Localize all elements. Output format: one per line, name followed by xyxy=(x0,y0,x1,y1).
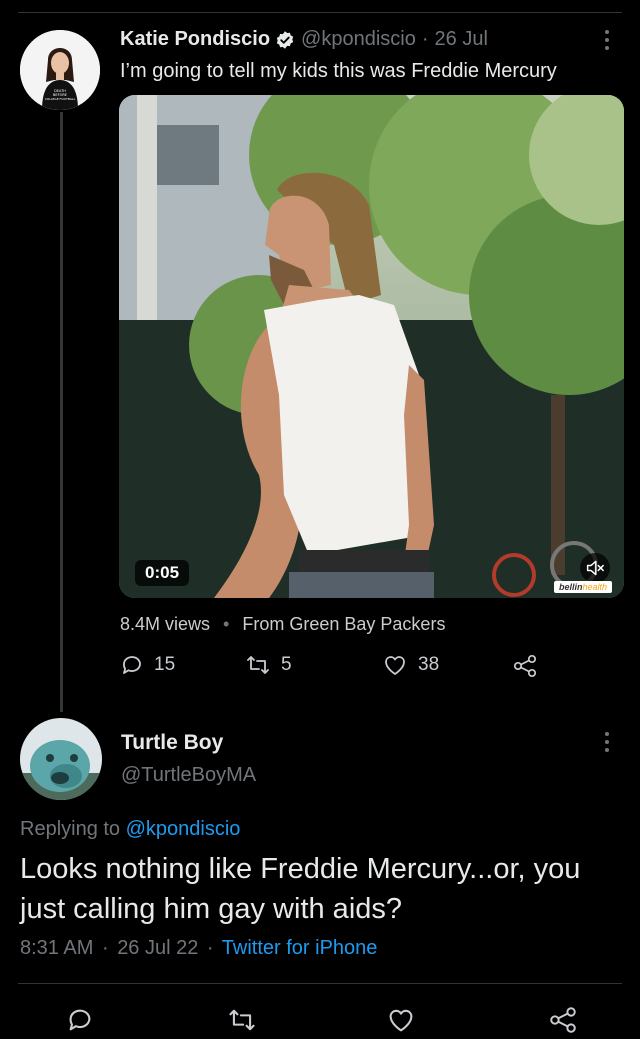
reply-icon-bottom[interactable] xyxy=(66,1006,94,1039)
mute-icon[interactable] xyxy=(580,553,610,583)
share-icon-bottom[interactable] xyxy=(548,1006,578,1039)
like-count: 38 xyxy=(418,654,440,675)
reply-icon[interactable] xyxy=(120,653,144,677)
reply-meta: 8:31 AM · 26 Jul 22 · Twitter for iPhone xyxy=(20,937,377,960)
reply-icon[interactable] xyxy=(66,1006,94,1034)
watermark-brand: bellin xyxy=(558,582,583,592)
avatar-turtle-boy[interactable] xyxy=(20,718,102,800)
video-frame xyxy=(119,95,624,598)
handle-turtle-boy[interactable]: @TurtleBoyMA xyxy=(121,764,256,787)
like-icon[interactable] xyxy=(382,653,408,677)
thread-line xyxy=(60,112,63,712)
replying-to-handle[interactable]: @kpondiscio xyxy=(126,818,241,840)
avatar-katie-image: DEATH BEFORE COLLEGE FOOTBALL xyxy=(20,30,100,110)
retweet-action[interactable]: 5 xyxy=(245,653,292,677)
more-icon[interactable] xyxy=(600,28,614,54)
share-icon[interactable] xyxy=(512,654,538,683)
retweet-count: 5 xyxy=(281,654,292,675)
display-name-katie[interactable]: Katie Pondiscio xyxy=(120,28,270,51)
video-watermark: bellinhealth xyxy=(553,581,612,593)
avatar-katie[interactable]: DEATH BEFORE COLLEGE FOOTBALL xyxy=(20,30,100,110)
verified-badge-icon xyxy=(275,30,295,50)
reply-count: 15 xyxy=(154,654,176,675)
reply-time[interactable]: 8:31 AM xyxy=(20,937,93,959)
display-name-turtle-boy[interactable]: Turtle Boy xyxy=(121,731,223,755)
reply-divider xyxy=(18,983,622,984)
handle-katie[interactable]: @kpondiscio xyxy=(301,28,416,51)
more-icon-reply[interactable] xyxy=(600,730,614,756)
video-meta: 8.4M views • From Green Bay Packers xyxy=(120,614,445,635)
meta-separator-1: · xyxy=(101,937,109,959)
retweet-icon[interactable] xyxy=(227,1006,257,1034)
more-icon[interactable] xyxy=(600,730,614,756)
top-divider xyxy=(18,12,622,13)
views-count: 8.4M views xyxy=(120,614,211,634)
meta-separator-2: · xyxy=(206,937,214,959)
reply-action[interactable]: 15 xyxy=(120,653,175,677)
video-duration: 0:05 xyxy=(135,560,190,586)
tweet-text: I’m going to tell my kids this was Fredd… xyxy=(120,60,557,82)
views-separator: • xyxy=(223,614,230,634)
replying-to-line: Replying to @kpondiscio xyxy=(20,818,240,841)
avatar-turtle-boy-image xyxy=(20,718,102,800)
share-icon[interactable] xyxy=(548,1006,578,1034)
retweet-icon[interactable] xyxy=(245,653,271,677)
retweet-icon-bottom[interactable] xyxy=(227,1006,257,1039)
replying-prefix: Replying to xyxy=(20,818,121,840)
video-player[interactable]: 0:05 bellinhealth xyxy=(119,95,624,598)
reply-client[interactable]: Twitter for iPhone xyxy=(222,937,378,959)
tweet-date[interactable]: 26 Jul xyxy=(435,28,488,51)
reply-date[interactable]: 26 Jul 22 xyxy=(117,937,198,959)
svg-text:COLLEGE FOOTBALL: COLLEGE FOOTBALL xyxy=(45,97,76,101)
like-icon-bottom[interactable] xyxy=(386,1006,416,1039)
like-icon[interactable] xyxy=(386,1006,416,1034)
watermark-sub: health xyxy=(582,582,607,592)
header-separator: · xyxy=(421,28,429,50)
video-source[interactable]: From Green Bay Packers xyxy=(242,614,445,634)
like-action[interactable]: 38 xyxy=(382,653,439,677)
tweet-header: Katie Pondiscio @kpondiscio · 26 Jul xyxy=(120,28,488,51)
reply-text: Looks nothing like Freddie Mercury...or,… xyxy=(20,853,581,925)
